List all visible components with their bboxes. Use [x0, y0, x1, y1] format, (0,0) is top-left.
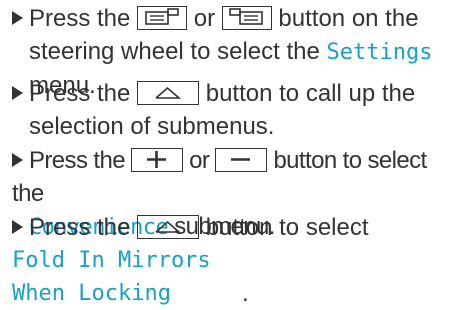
step-2-text-pre: Press the: [29, 80, 131, 107]
minus-button-icon: [215, 148, 268, 172]
step-2-line-2: selection of submenus.: [29, 113, 275, 140]
plus-button-icon: [131, 148, 184, 172]
fold-in-mirrors-keyword: Fold In Mirrors When Locking: [12, 248, 211, 306]
step-4-text-pre: Press the: [29, 214, 131, 241]
step-4-text-mid: button to select: [205, 214, 369, 241]
bullet-arrow-icon: [12, 86, 23, 100]
page-forward-button-icon: [221, 6, 272, 30]
step-1-line-2: steering wheel to select the: [29, 38, 320, 65]
instruction-step-4: Press the button to select Fold In Mirro…: [12, 211, 456, 310]
step-1-text-mid: button on the: [278, 5, 419, 32]
instruction-step-2: Press the button to call up the selectio…: [12, 77, 456, 143]
home-up-button-icon: [137, 215, 200, 239]
page-back-button-icon: [137, 6, 188, 30]
step-2-text-mid: button to call up the: [205, 80, 416, 107]
bullet-arrow-icon: [12, 220, 23, 234]
settings-menu-keyword: Settings: [326, 40, 433, 65]
step-3-text-pre: Press the: [29, 147, 126, 174]
step-4-text-post: .: [242, 280, 249, 307]
home-up-button-icon: [137, 81, 200, 105]
bullet-arrow-icon: [12, 153, 23, 167]
step-1-text-pre: Press the: [29, 5, 131, 32]
step-3-or: or: [189, 147, 210, 174]
step-1-or: or: [193, 5, 216, 32]
bullet-arrow-icon: [12, 11, 23, 25]
